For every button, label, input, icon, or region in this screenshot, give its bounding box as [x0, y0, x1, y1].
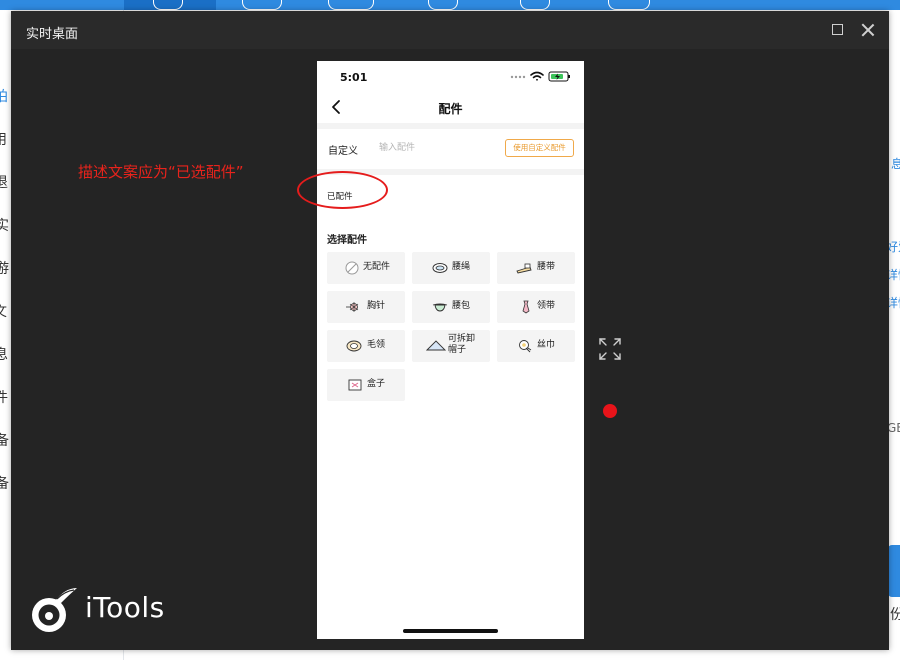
- toolbar-icon[interactable]: [242, 0, 282, 10]
- sidebar-item[interactable]: 用: [0, 129, 7, 149]
- accessory-option-scarf[interactable]: 丝巾: [497, 330, 575, 362]
- toolbar-icon[interactable]: [520, 0, 550, 10]
- itools-logo-icon: [32, 588, 77, 632]
- close-button[interactable]: [859, 21, 877, 39]
- accessory-option-waist-bag[interactable]: 腰包: [412, 291, 490, 323]
- sidebar-item[interactable]: 件: [0, 387, 8, 407]
- sidebar-item[interactable]: 实: [0, 215, 9, 235]
- accessory-option-belt[interactable]: 腰带: [497, 252, 575, 284]
- status-icons: [510, 71, 570, 82]
- accessory-option-none[interactable]: 无配件: [327, 252, 405, 284]
- custom-accessory-input[interactable]: [379, 141, 499, 155]
- home-indicator: [403, 629, 498, 633]
- background-toolbar: [0, 0, 900, 10]
- page-title: 配件: [438, 102, 463, 116]
- background-right-text: 份: [890, 607, 900, 623]
- background-right-link[interactable]: 息: [891, 155, 900, 172]
- window-title: 实时桌面: [26, 27, 79, 42]
- brooch-icon: [346, 302, 359, 312]
- section-divider: [317, 123, 584, 129]
- accessory-label: 腰包: [452, 301, 471, 311]
- use-custom-accessory-button[interactable]: 使用自定义配件: [505, 139, 574, 157]
- box-icon: [348, 379, 362, 391]
- toolbar-icon[interactable]: [153, 0, 183, 10]
- accessory-label: 丝巾: [537, 340, 556, 350]
- belt-icon: [516, 263, 532, 274]
- live-desktop-window: 实时桌面 描述文案应为“已选配件” 5:01 配件 自定义 输入配件 使用自定义…: [11, 11, 889, 650]
- accessory-option-box[interactable]: 盒子: [327, 369, 405, 401]
- accessory-label: 毛领: [367, 340, 386, 350]
- toolbar-icon[interactable]: [608, 0, 650, 10]
- choose-accessory-title: 选择配件: [327, 235, 367, 246]
- accessory-label: 领带: [537, 301, 556, 311]
- accessory-option-brooch[interactable]: 胸针: [327, 291, 405, 323]
- itools-logo-text: iTools: [85, 591, 165, 624]
- accessory-label: 可拆卸帽子: [448, 334, 476, 355]
- fullscreen-icon[interactable]: [599, 338, 621, 360]
- wifi-icon: [530, 71, 544, 81]
- sidebar-item[interactable]: 息: [0, 344, 8, 364]
- annotation-note: 描述文案应为“已选配件”: [78, 163, 244, 181]
- none-circle-icon: [345, 261, 359, 275]
- accessory-label: 盒子: [367, 379, 386, 389]
- accessory-label: 无配件: [363, 262, 391, 272]
- accessory-option-leash[interactable]: 腰绳: [412, 252, 490, 284]
- toolbar-icon[interactable]: [428, 0, 458, 10]
- itools-logo: iTools: [27, 585, 187, 635]
- leash-icon: [432, 263, 448, 273]
- recording-dot: [603, 404, 617, 418]
- sidebar-item[interactable]: 拍: [0, 86, 8, 106]
- toolbar-icon[interactable]: [328, 0, 374, 10]
- accessory-label: 腰带: [537, 262, 556, 272]
- sidebar-item[interactable]: 游: [0, 258, 9, 278]
- accessory-label: 腰绳: [452, 262, 471, 272]
- background-right-tile[interactable]: [888, 545, 900, 597]
- sidebar-item[interactable]: 退: [0, 172, 8, 192]
- accessory-option-hat[interactable]: 可拆卸帽子: [412, 330, 490, 362]
- signal-dots-icon: [510, 75, 526, 79]
- sidebar-item[interactable]: 文: [0, 301, 7, 321]
- accessory-label: 胸针: [367, 301, 386, 311]
- square-icon: [832, 24, 843, 35]
- phone-screen: 5:01 配件 自定义 使用自定义配件 已配件: [317, 61, 584, 639]
- battery-icon: [548, 71, 570, 82]
- custom-label: 自定义: [328, 146, 358, 157]
- tie-icon: [522, 300, 530, 314]
- maximize-button[interactable]: [829, 21, 847, 39]
- fur-collar-icon: [346, 340, 362, 352]
- scarf-icon: [519, 340, 532, 353]
- status-time: 5:01: [340, 71, 368, 84]
- accessory-option-fur-collar[interactable]: 毛领: [327, 330, 405, 362]
- window-titlebar[interactable]: 实时桌面: [11, 11, 889, 49]
- waist-bag-icon: [432, 303, 448, 312]
- hat-icon: [426, 340, 446, 351]
- accessory-option-tie[interactable]: 领带: [497, 291, 575, 323]
- sidebar-item[interactable]: 备: [0, 473, 9, 493]
- annotation-highlight-ellipse: [297, 171, 388, 209]
- sidebar-item[interactable]: 备: [0, 430, 9, 450]
